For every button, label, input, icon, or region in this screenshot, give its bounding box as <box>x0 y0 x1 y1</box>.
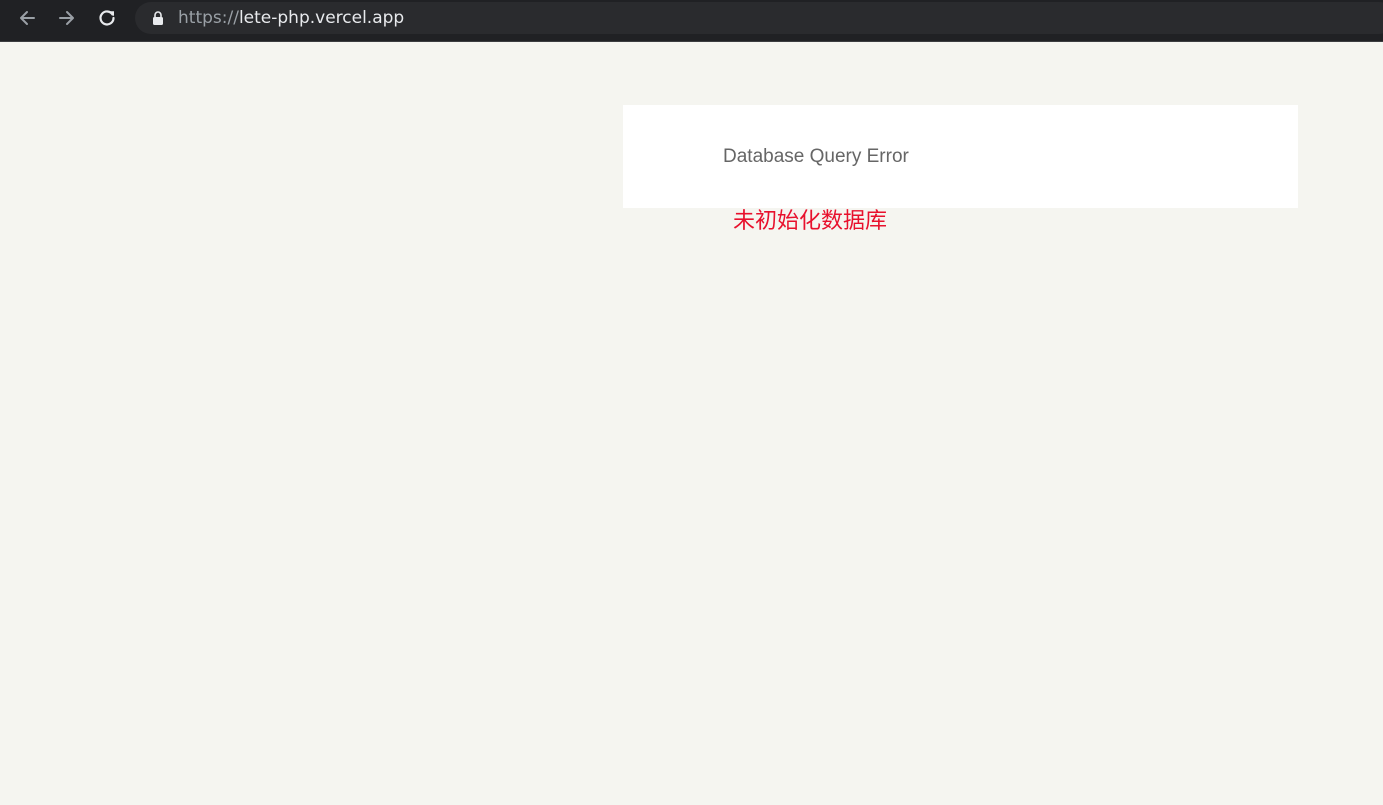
lock-icon <box>153 11 163 25</box>
forward-button[interactable] <box>51 5 83 31</box>
error-message: 未初始化数据库 <box>733 209 888 234</box>
url-scheme: https:// <box>178 8 239 28</box>
browser-toolbar: https://lete-php.vercel.app <box>0 0 1383 42</box>
error-title: Database Query Error <box>723 146 909 167</box>
address-bar[interactable]: https://lete-php.vercel.app <box>135 2 1383 34</box>
reload-icon <box>99 10 115 26</box>
reload-button[interactable] <box>91 5 123 31</box>
back-button[interactable] <box>11 5 43 31</box>
url-host: lete-php.vercel.app <box>238 8 405 28</box>
url-text: https://lete-php.vercel.app <box>178 9 404 27</box>
arrow-left-icon <box>20 11 35 25</box>
error-panel: Database Query Error <box>623 105 1298 208</box>
arrow-right-icon <box>59 11 74 25</box>
